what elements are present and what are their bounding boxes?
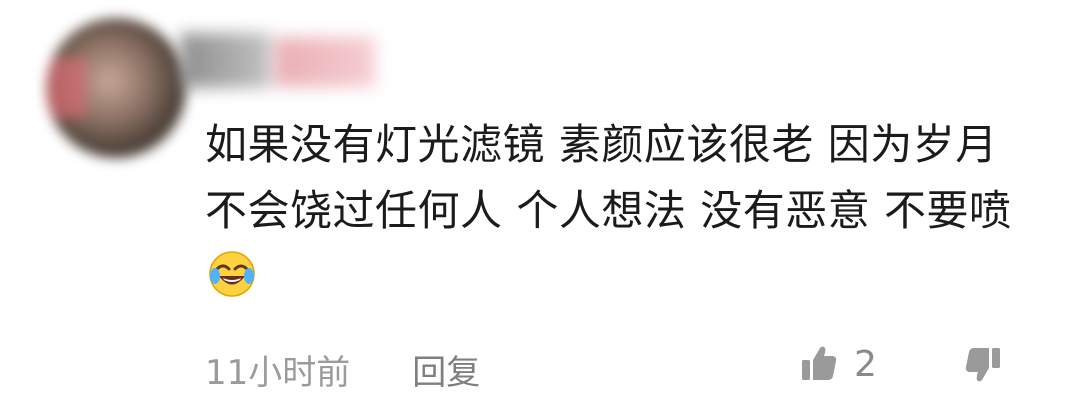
like-button[interactable]: 2 <box>798 342 877 386</box>
comment-body: 如果没有灯光滤镜 素颜应该很老 因为岁月不会饶过任何人 个人想法 没有恶意 不要… <box>205 120 1012 235</box>
comment-item: 如果没有灯光滤镜 素颜应该很老 因为岁月不会饶过任何人 个人想法 没有恶意 不要… <box>0 0 1079 419</box>
avatar[interactable] <box>46 18 186 158</box>
thumbs-down-icon <box>965 348 1000 382</box>
thumbs-up-icon <box>802 346 837 380</box>
laughing-crying-emoji-icon <box>209 251 255 297</box>
dislike-button[interactable] <box>960 342 1004 390</box>
reply-button[interactable]: 回复 <box>412 345 480 394</box>
like-count: 2 <box>854 343 877 385</box>
comment-meta: 11小时前 回复 <box>205 345 480 394</box>
comment-text: 如果没有灯光滤镜 素颜应该很老 因为岁月不会饶过任何人 个人想法 没有恶意 不要… <box>205 112 1035 310</box>
timestamp: 11小时前 <box>205 353 351 393</box>
username-blurred <box>180 25 380 95</box>
